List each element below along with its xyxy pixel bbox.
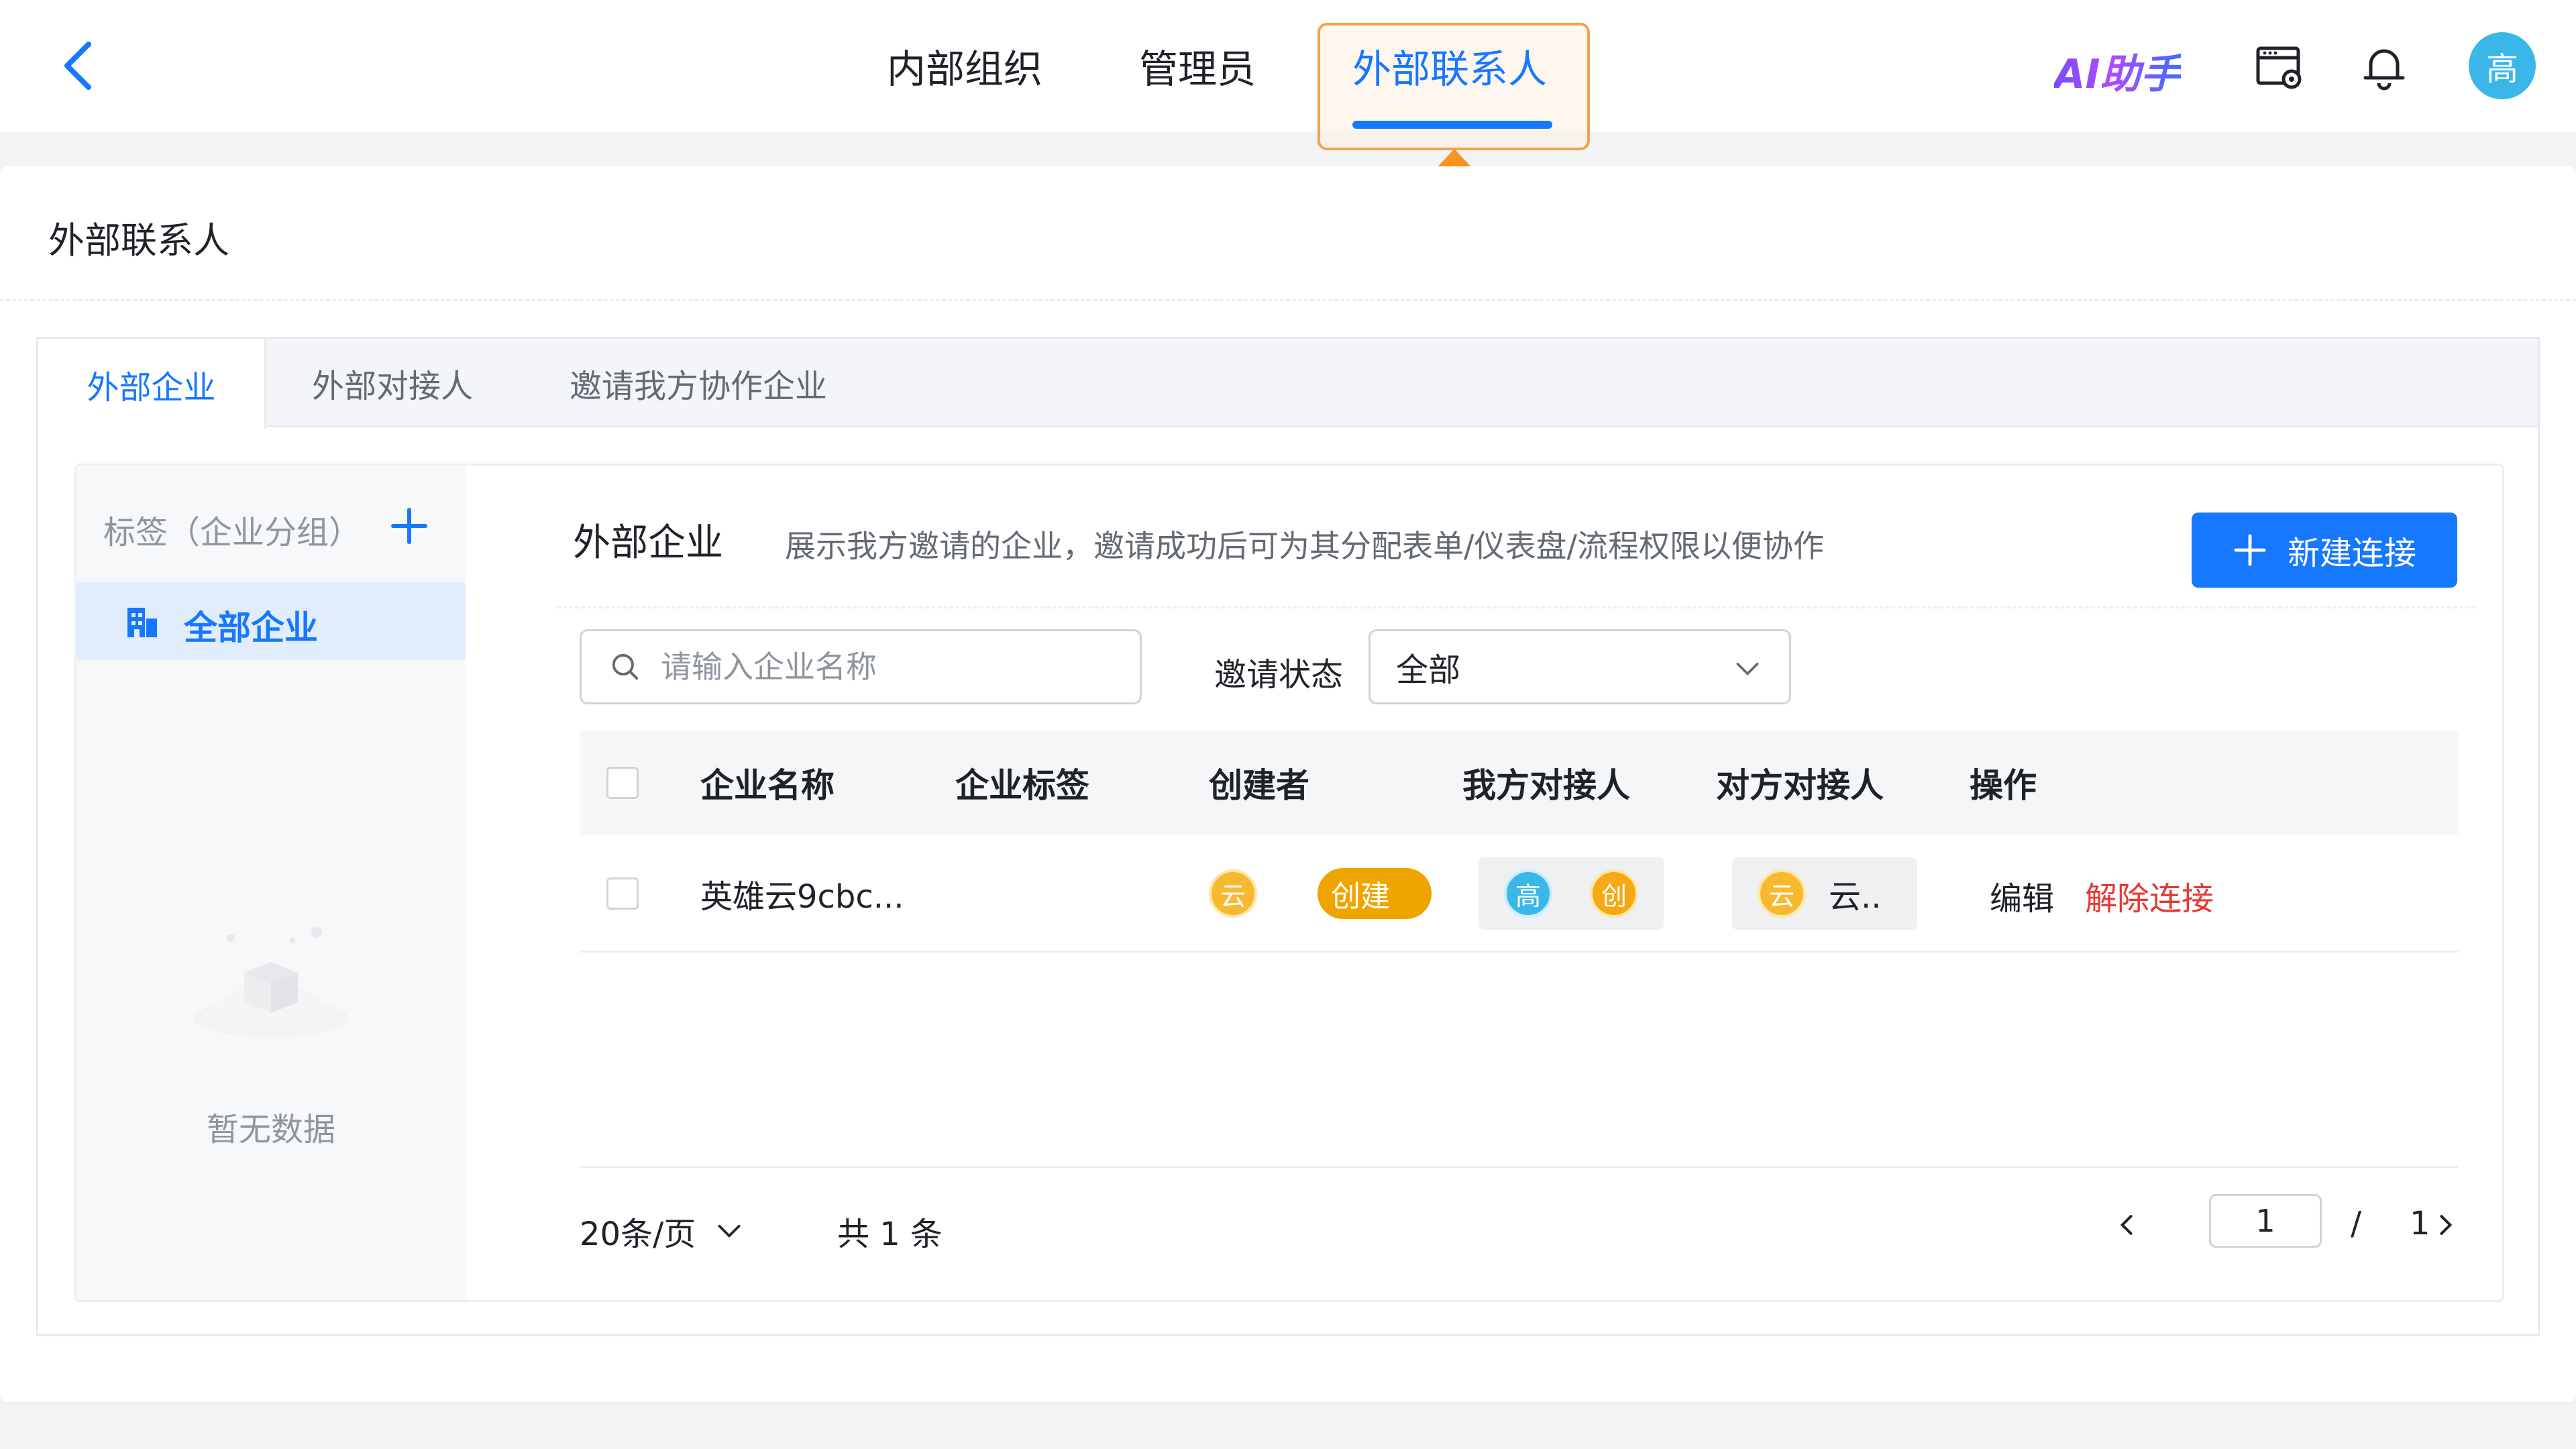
group-item-all[interactable]: 全部企业	[76, 582, 466, 660]
subtab-invite-collab[interactable]: 邀请我方协作企业	[570, 339, 827, 427]
section-description: 展示我方邀请的企业，邀请成功后可为其分配表单/仪表盘/流程权限以便协作	[785, 528, 1824, 564]
ai-assistant-logo[interactable]: AI助手	[2054, 42, 2181, 100]
page-size-select[interactable]: 20条/页	[580, 1208, 744, 1254]
search-input[interactable]	[661, 649, 1117, 685]
table-header: 企业名称 企业标签 创建者 我方对接人 对方对接人 操作	[580, 731, 2458, 835]
user-avatar[interactable]: 高	[2469, 32, 2536, 99]
table-row: 英雄云9cbc... 云 创建 高 创 云 云.. 编辑 解除连接	[580, 835, 2458, 953]
status-select[interactable]: 全部	[1368, 629, 1791, 704]
tab-admins[interactable]: 管理员	[1139, 0, 1256, 131]
our-contact-avatar: 高	[1504, 869, 1552, 918]
active-tab-underline	[1352, 121, 1552, 129]
tab-external-contacts[interactable]: 外部联系人	[1352, 0, 1547, 131]
their-contact-avatar: 云	[1758, 869, 1806, 918]
col-their-contact: 对方对接人	[1716, 766, 1884, 805]
new-connection-button[interactable]: 新建连接	[2192, 513, 2457, 588]
chevron-left-icon[interactable]	[2112, 1210, 2142, 1240]
disconnect-link[interactable]: 解除连接	[2085, 872, 2214, 919]
empty-text: 暂无数据	[206, 1111, 335, 1148]
subtab-external-liaisons[interactable]: 外部对接人	[312, 339, 473, 427]
subtab-external-companies[interactable]: 外部企业	[38, 339, 266, 429]
section-title: 外部企业	[573, 521, 723, 565]
chevron-down-icon	[718, 1224, 741, 1238]
group-sidebar: 标签（企业分组） 全部企业 暂无数据	[76, 466, 466, 1300]
col-creator: 创建者	[1209, 766, 1309, 805]
row-checkbox[interactable]	[606, 877, 639, 910]
chevron-down-icon	[1736, 662, 1759, 676]
select-all-checkbox[interactable]	[606, 767, 639, 799]
subtab-bar: 外部企业 外部对接人 邀请我方协作企业	[38, 339, 2538, 429]
bell-icon[interactable]	[2357, 40, 2411, 94]
col-actions: 操作	[1970, 766, 2037, 805]
subtabs-container: 外部企业 外部对接人 邀请我方协作企业 标签（企业分组） 全部企业 暂无数据 外…	[36, 337, 2540, 1336]
search-box[interactable]	[580, 629, 1142, 704]
search-icon	[612, 653, 639, 680]
page-separator: /	[2351, 1205, 2362, 1242]
col-company-tag: 企业标签	[955, 766, 1089, 805]
building-icon	[127, 608, 157, 637]
settings-panel-icon[interactable]	[2253, 40, 2306, 94]
creator-avatar: 云	[1209, 869, 1257, 918]
status-filter-label: 邀请状态	[1214, 656, 1344, 694]
page-title: 外部联系人	[48, 219, 229, 262]
divider	[0, 299, 2576, 301]
top-bar: 内部组织 管理员 外部联系人 AI助手 高	[0, 0, 2576, 150]
group-title: 标签（企业分组）	[103, 514, 362, 551]
creator-badge: 创建	[1318, 868, 1432, 919]
companies-section: 外部企业 展示我方邀请的企业，邀请成功后可为其分配表单/仪表盘/流程权限以便协作…	[466, 466, 2502, 1300]
status-select-value: 全部	[1396, 651, 1461, 689]
divider	[580, 1166, 2458, 1168]
page-size-label: 20条/页	[580, 1216, 696, 1253]
total-count: 共 1 条	[837, 1216, 943, 1253]
plus-icon	[2234, 534, 2266, 566]
chevron-right-icon[interactable]	[2430, 1210, 2460, 1240]
tab-internal-org[interactable]: 内部组织	[887, 0, 1042, 131]
divider	[557, 606, 2475, 608]
edit-link[interactable]: 编辑	[1990, 872, 2054, 919]
content-panel: 标签（企业分组） 全部企业 暂无数据 外部企业 展示我方邀请的企业，邀请成功后可…	[74, 464, 2504, 1302]
total-pages: 1	[2410, 1205, 2430, 1242]
empty-box-icon	[193, 927, 349, 1037]
col-company-name: 企业名称	[700, 766, 835, 805]
company-name[interactable]: 英雄云9cbc...	[700, 835, 904, 953]
our-contact-avatar: 创	[1590, 869, 1638, 918]
back-icon[interactable]	[59, 39, 99, 93]
their-contact-name: 云..	[1829, 878, 1882, 916]
main-card: 外部联系人 外部企业 外部对接人 邀请我方协作企业 标签（企业分组） 全部企业 …	[0, 166, 2576, 1402]
add-group-icon[interactable]	[388, 504, 431, 547]
group-item-label: 全部企业	[184, 608, 318, 647]
col-our-contact: 我方对接人	[1462, 766, 1630, 805]
page-number-input[interactable]: 1	[2209, 1194, 2322, 1248]
new-connection-label: 新建连接	[2287, 535, 2416, 572]
